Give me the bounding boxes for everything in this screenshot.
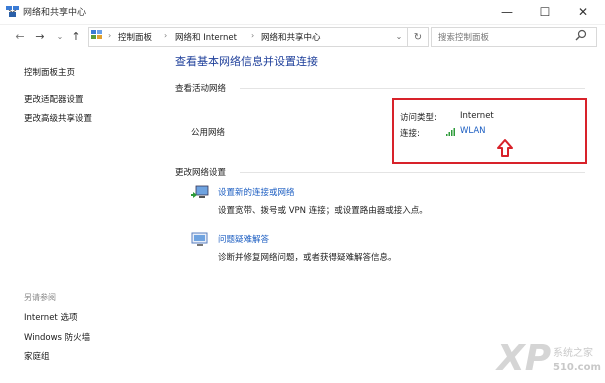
task-new-connection-desc: 设置宽带、拨号或 VPN 连接；或设置路由器或接入点。 [218, 206, 428, 216]
change-settings-heading: 更改网络设置 [175, 168, 227, 178]
task-new-connection-link[interactable]: 设置新的连接或网络 [218, 186, 295, 198]
page-title: 查看基本网络信息并设置连接 [175, 55, 318, 68]
breadcrumb-separator-icon: › [108, 31, 112, 40]
breadcrumb-network-sharing-center[interactable]: 网络和共享中心 [261, 31, 321, 43]
svg-text:510.com: 510.com [553, 362, 601, 373]
see-also-internet-options[interactable]: Internet 选项 [24, 311, 77, 323]
minimize-button[interactable]: — [488, 0, 526, 24]
window-title: 网络和共享中心 [23, 8, 87, 18]
svg-text:XP: XP [495, 338, 551, 379]
refresh-icon[interactable]: ↻ [407, 27, 429, 47]
see-also-windows-firewall[interactable]: Windows 防火墙 [24, 331, 90, 343]
breadcrumb-network-internet[interactable]: 网络和 Internet [175, 31, 237, 43]
see-also-homegroup[interactable]: 家庭组 [24, 350, 50, 362]
network-center-icon [6, 6, 19, 17]
see-also-heading: 另请参阅 [24, 293, 56, 302]
sidebar-item-adapter-settings[interactable]: 更改适配器设置 [24, 93, 84, 105]
sidebar-item-advanced-sharing[interactable]: 更改高级共享设置 [24, 112, 92, 124]
troubleshoot-icon [191, 232, 209, 246]
arrow-up-icon [495, 138, 515, 158]
network-name: 公用网络 [191, 128, 226, 138]
close-button[interactable]: ✕ [564, 0, 602, 24]
search-icon[interactable] [575, 29, 589, 43]
new-connection-icon [191, 184, 211, 202]
highlight-box [392, 98, 587, 164]
active-networks-heading: 查看活动网络 [175, 84, 227, 94]
recent-dropdown-icon[interactable]: ⌄ [52, 28, 68, 44]
task-troubleshoot-link[interactable]: 问题疑难解答 [218, 233, 269, 245]
divider [240, 172, 585, 173]
back-icon[interactable]: ← [12, 28, 28, 44]
address-dropdown-icon[interactable]: ⌄ [392, 28, 406, 44]
forward-icon[interactable]: → [32, 28, 48, 44]
task-troubleshoot-desc: 诊断并修复网络问题，或者获得疑难解答信息。 [218, 253, 397, 263]
control-panel-icon [91, 30, 104, 42]
watermark-logo: XP 系统之家 510.com [495, 328, 605, 380]
sidebar-item-home[interactable]: 控制面板主页 [24, 66, 75, 78]
breadcrumb-separator-icon: › [251, 31, 255, 40]
breadcrumb-control-panel[interactable]: 控制面板 [118, 31, 152, 43]
divider [240, 88, 585, 89]
maximize-button[interactable]: ☐ [526, 0, 564, 24]
svg-text:系统之家: 系统之家 [553, 346, 593, 359]
breadcrumb-separator-icon: › [164, 31, 168, 40]
search-placeholder: 搜索控制面板 [438, 33, 490, 43]
up-icon[interactable]: ↑ [68, 28, 84, 44]
